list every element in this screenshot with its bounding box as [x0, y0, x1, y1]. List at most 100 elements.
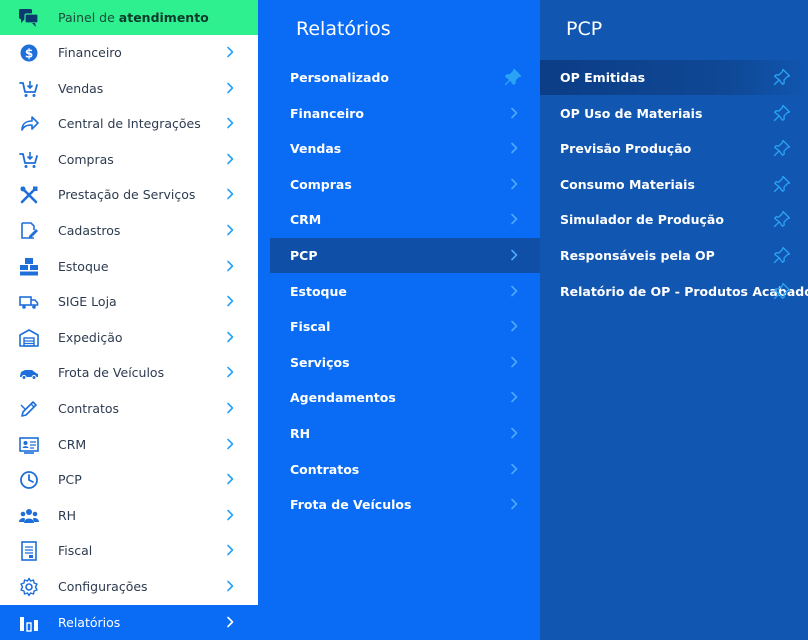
sidebar-item-label: Frota de Veículos [58, 365, 165, 381]
chevron-right-icon [508, 427, 520, 439]
reports-item-vendas[interactable]: Vendas [270, 131, 540, 166]
pcp-item-consumo-materiais[interactable]: Consumo Materiais [540, 167, 808, 202]
pcp-item-responsaveis-pela-op[interactable]: Responsáveis pela OP [540, 238, 808, 273]
sidebar-item-label: RH [58, 507, 77, 523]
sidebar-item-frota-de-veiculos[interactable]: Frota de Veículos [0, 355, 258, 390]
sidebar-item-label: Prestação de Serviços [58, 187, 196, 203]
pin-icon[interactable] [773, 104, 791, 122]
chevron-right-icon [508, 320, 520, 332]
pcp-item-previsao-producao[interactable]: Previsão Produção [540, 131, 808, 166]
pen-icon [19, 399, 39, 419]
main-sidebar: Painel de atendimento $ Financeiro Vendas C… [0, 0, 258, 640]
sidebar-item-label: Financeiro [58, 45, 122, 60]
pin-icon[interactable] [773, 139, 791, 157]
car-icon [19, 363, 39, 383]
reports-item-label: Personalizado [290, 70, 389, 85]
share-icon [19, 114, 39, 134]
pin-icon[interactable] [773, 282, 791, 300]
pin-icon[interactable] [504, 68, 522, 86]
reports-item-estoque[interactable]: Estoque [270, 274, 540, 309]
sidebar-item-fiscal[interactable]: Fiscal [0, 533, 258, 568]
reports-item-label: Agendamentos [290, 390, 396, 406]
reports-item-label: Compras [290, 176, 352, 192]
reports-item-label: Vendas [290, 141, 342, 157]
reports-item-fiscal[interactable]: Fiscal [270, 309, 540, 344]
chevron-right-icon [224, 473, 236, 485]
sidebar-item-compras[interactable]: Compras [0, 142, 258, 177]
edit-icon [19, 221, 39, 241]
truck-icon [19, 292, 39, 312]
reports-item-compras[interactable]: Compras [270, 167, 540, 202]
pcp-item-op-emitidas[interactable]: OP Emitidas [540, 60, 808, 95]
chevron-right-icon [224, 509, 236, 521]
contact-card-icon [19, 435, 39, 455]
sidebar-item-label: CRM [58, 436, 87, 452]
chevron-right-icon [508, 178, 520, 190]
chevron-right-icon [508, 463, 520, 475]
chevron-right-icon [508, 249, 520, 261]
chevron-right-icon [224, 402, 236, 414]
sidebar-item-contratos[interactable]: Contratos [0, 391, 258, 426]
reports-item-label: Frota de Veículos [290, 497, 412, 513]
document-icon [19, 541, 39, 562]
sidebar-item-relatorios[interactable]: Relatórios [0, 604, 258, 640]
pin-icon[interactable] [773, 210, 791, 228]
chevron-right-icon [224, 82, 236, 94]
chevron-right-icon [224, 224, 236, 236]
reports-item-financeiro[interactable]: Financeiro [270, 96, 540, 131]
chevron-right-icon [224, 544, 236, 556]
reports-item-crm[interactable]: CRM [270, 202, 540, 237]
chevron-right-icon [224, 117, 236, 129]
chevron-right-icon [224, 295, 236, 307]
sidebar-item-vendas[interactable]: Vendas [0, 71, 258, 106]
pcp-item-simulador-de-producao[interactable]: Simulador de Produção [540, 202, 808, 237]
reports-item-personalizado[interactable]: Personalizado [270, 60, 540, 95]
reports-item-rh[interactable]: RH [270, 416, 540, 451]
sidebar-item-label: Estoque [58, 258, 109, 274]
reports-item-label: Financeiro [290, 105, 364, 121]
pcp-item-op-uso-de-materiais[interactable]: OP Uso de Materiais [540, 96, 808, 131]
pcp-item-label: OP Emitidas [560, 70, 646, 85]
clock-icon [19, 470, 39, 490]
sidebar-item-label: PCP [58, 472, 82, 488]
sidebar-item-central-de-integracoes[interactable]: Central de Integrações [0, 106, 258, 141]
reports-item-label: CRM [290, 212, 322, 228]
reports-item-servicos[interactable]: Serviços [270, 345, 540, 380]
reports-item-frota-de-veiculos[interactable]: Frota de Veículos [270, 487, 540, 522]
pin-icon[interactable] [773, 175, 791, 193]
gear-icon [19, 577, 39, 597]
sidebar-item-label: Cadastros [58, 223, 121, 238]
reports-item-label: Fiscal [290, 319, 331, 335]
reports-item-agendamentos[interactable]: Agendamentos [270, 380, 540, 415]
sidebar-item-cadastros[interactable]: Cadastros [0, 213, 258, 248]
pin-icon[interactable] [773, 246, 791, 264]
reports-item-contratos[interactable]: Contratos [270, 452, 540, 487]
chevron-right-icon [224, 366, 236, 378]
sidebar-item-expedicao[interactable]: Expedição [0, 320, 258, 355]
reports-item-pcp[interactable]: PCP [270, 238, 540, 273]
sidebar-item-sige-loja[interactable]: SIGE Loja [0, 284, 258, 319]
sidebar-item-label: Central de Integrações [58, 116, 201, 132]
pcp-item-relatorio-de-op-produtos-acabados[interactable]: Relatório de OP - Produtos Acabados [540, 274, 808, 309]
sidebar-item-crm[interactable]: CRM [0, 427, 258, 462]
pin-icon[interactable] [773, 68, 791, 86]
sidebar-item-painel-atendimento[interactable]: Painel de atendimento [0, 0, 258, 35]
chevron-right-icon [224, 260, 236, 272]
reports-item-label: Estoque [290, 283, 347, 299]
sidebar-item-rh[interactable]: RH [0, 498, 258, 533]
chevron-right-icon [508, 142, 520, 154]
sidebar-item-prestacao-de-servicos[interactable]: Prestação de Serviços [0, 177, 258, 212]
reports-item-label: PCP [290, 248, 318, 263]
sidebar-item-configuracoes[interactable]: Configurações [0, 569, 258, 604]
sidebar-item-pcp[interactable]: PCP [0, 462, 258, 497]
sidebar-item-label: SIGE Loja [58, 294, 117, 310]
chevron-right-icon [224, 616, 236, 628]
reports-item-label: Serviços [290, 354, 350, 370]
sidebar-item-label: Fiscal [58, 543, 93, 559]
cart-icon [19, 150, 39, 170]
sidebar-item-financeiro[interactable]: $ Financeiro [0, 35, 258, 70]
sidebar-item-label: Compras [58, 151, 114, 167]
chevron-right-icon [224, 580, 236, 592]
bar-chart-icon [19, 613, 39, 633]
sidebar-item-estoque[interactable]: Estoque [0, 249, 258, 284]
